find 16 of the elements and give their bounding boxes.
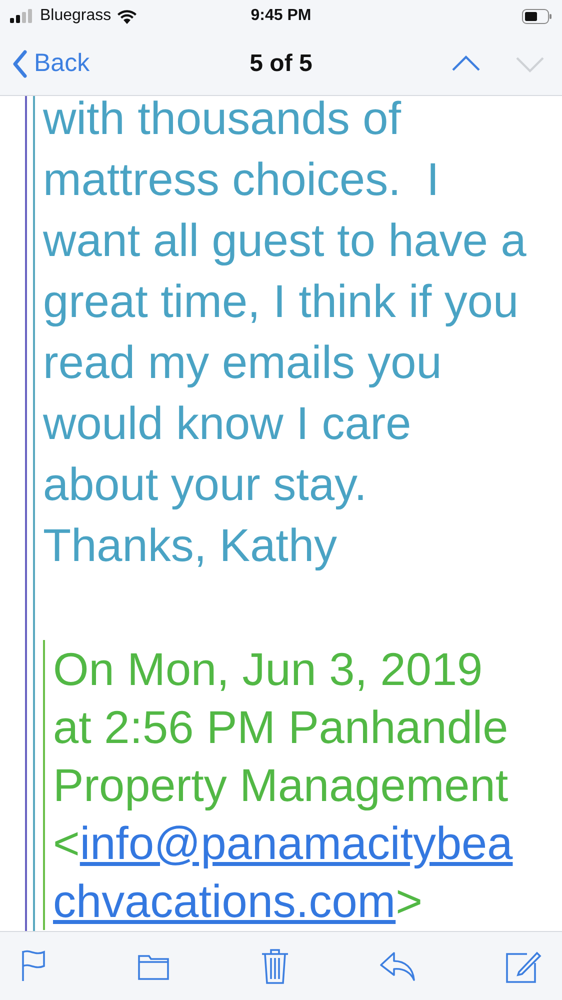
chevron-left-icon xyxy=(12,50,28,78)
quoted-message-text: with thousands of mattress choices. I want all guest to have a great time, I think if you read my emails you would know I care about your stay. Thanks, Kathy xyxy=(43,96,528,573)
message-counter: 5 of 5 xyxy=(250,50,312,76)
opening-bracket: < xyxy=(53,816,80,871)
closing-bracket: > xyxy=(396,874,422,929)
back-button[interactable]: Back xyxy=(12,49,90,78)
wifi-icon xyxy=(117,8,138,24)
trash-button[interactable] xyxy=(260,947,290,985)
reply-attribution: On Mon, Jun 3, 2019 at 2:56 PM Panhandle Property Management xyxy=(53,642,510,813)
signal-icon xyxy=(10,9,34,23)
flag-button[interactable] xyxy=(20,949,48,983)
battery-icon xyxy=(522,8,552,24)
email-link[interactable]: <info@panamacitybeachvacations.com> xyxy=(53,814,529,930)
clock-time: 9:45 PM xyxy=(250,7,312,24)
carrier-name: Bluegrass xyxy=(40,7,112,25)
reply-button[interactable] xyxy=(378,950,416,982)
